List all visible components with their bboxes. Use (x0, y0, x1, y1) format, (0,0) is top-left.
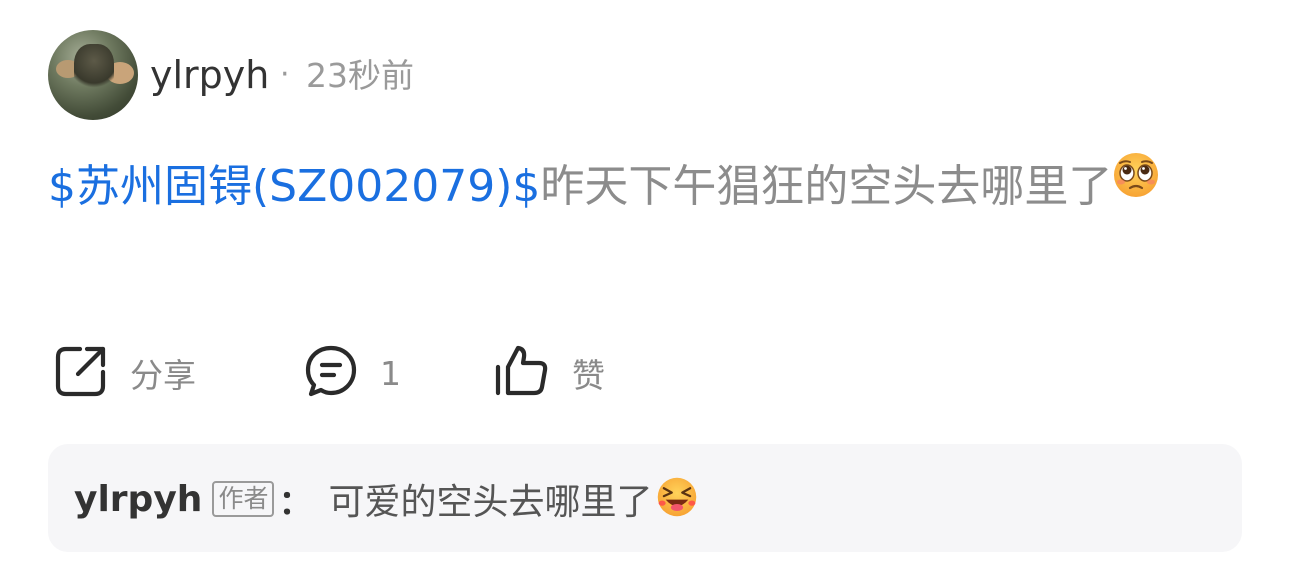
comment-button[interactable]: 1 (304, 344, 401, 402)
post-content: $苏州固锝(SZ002079)$昨天下午猖狂的空头去哪里了 (48, 148, 1238, 228)
separator-dot: · (280, 57, 290, 92)
comment-count: 1 (380, 353, 401, 393)
post-action-bar: 分享 1 赞 (54, 344, 754, 402)
like-label: 赞 (572, 356, 605, 395)
squinting-face-emoji-icon (656, 476, 698, 522)
reply-preview[interactable]: ylrpyh 作者 ： 可爱的空头去哪里了 (48, 444, 1242, 552)
thumbs-up-icon (494, 343, 550, 403)
reply-colon: ： (278, 482, 313, 523)
reply-username[interactable]: ylrpyh (74, 479, 202, 520)
post-username[interactable]: ylrpyh (150, 52, 269, 98)
author-badge: 作者 (212, 481, 275, 517)
comment-bubble-icon (304, 344, 358, 402)
share-button[interactable]: 分享 (54, 344, 196, 402)
reply-line: ylrpyh 作者 ： 可爱的空头去哪里了 (74, 474, 698, 524)
like-button[interactable]: 赞 (494, 344, 605, 402)
user-avatar[interactable] (48, 30, 138, 120)
post-body-text: 昨天下午猖狂的空头去哪里了 (540, 161, 1113, 212)
post-timestamp: 23秒前 (306, 56, 414, 95)
reply-text: 可爱的空头去哪里了 (328, 482, 653, 523)
pleading-face-emoji-icon (1112, 146, 1160, 224)
share-label: 分享 (130, 356, 196, 395)
stock-link[interactable]: $苏州固锝(SZ002079)$ (48, 161, 540, 212)
share-icon (54, 344, 108, 402)
